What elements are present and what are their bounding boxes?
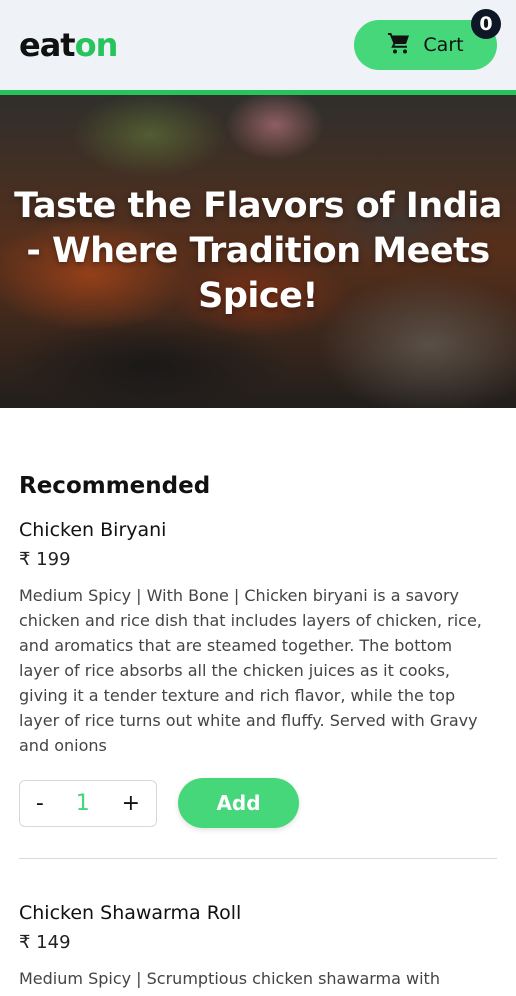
hero-banner: Taste the Flavors of India - Where Tradi… [0, 95, 516, 408]
item-description: Medium Spicy | Scrumptious chicken shawa… [19, 969, 440, 988]
item-controls: - 1 + Add [19, 778, 497, 828]
item-price: ₹ 149 [19, 932, 71, 953]
section-title: Recommended [19, 473, 211, 499]
increment-button[interactable]: + [122, 791, 140, 816]
add-button[interactable]: Add [178, 778, 299, 828]
logo[interactable]: eaton [19, 26, 118, 64]
menu-item: Chicken Biryani ₹ 199 Medium Spicy | Wit… [19, 519, 497, 828]
menu-item: Chicken Shawarma Roll ₹ 149 Medium Spicy… [19, 902, 497, 991]
item-description: Medium Spicy | With Bone | Chicken birya… [19, 586, 482, 755]
cart-button[interactable]: Cart 0 [354, 9, 501, 70]
item-price: ₹ 199 [19, 549, 71, 570]
cart-label: Cart [423, 34, 464, 56]
item-name: Chicken Biryani [19, 519, 167, 541]
menu-content: Recommended Chicken Biryani ₹ 199 Medium… [0, 473, 516, 991]
quantity-value: 1 [75, 790, 90, 816]
hero-title: Taste the Flavors of India - Where Tradi… [14, 186, 502, 316]
decrement-button[interactable]: - [36, 791, 44, 816]
app-header: eaton Cart 0 [0, 0, 516, 90]
item-name: Chicken Shawarma Roll [19, 902, 242, 924]
cart-count-badge: 0 [471, 9, 501, 39]
cart-icon [387, 31, 411, 60]
quantity-stepper: - 1 + [19, 779, 157, 827]
divider [19, 858, 497, 859]
